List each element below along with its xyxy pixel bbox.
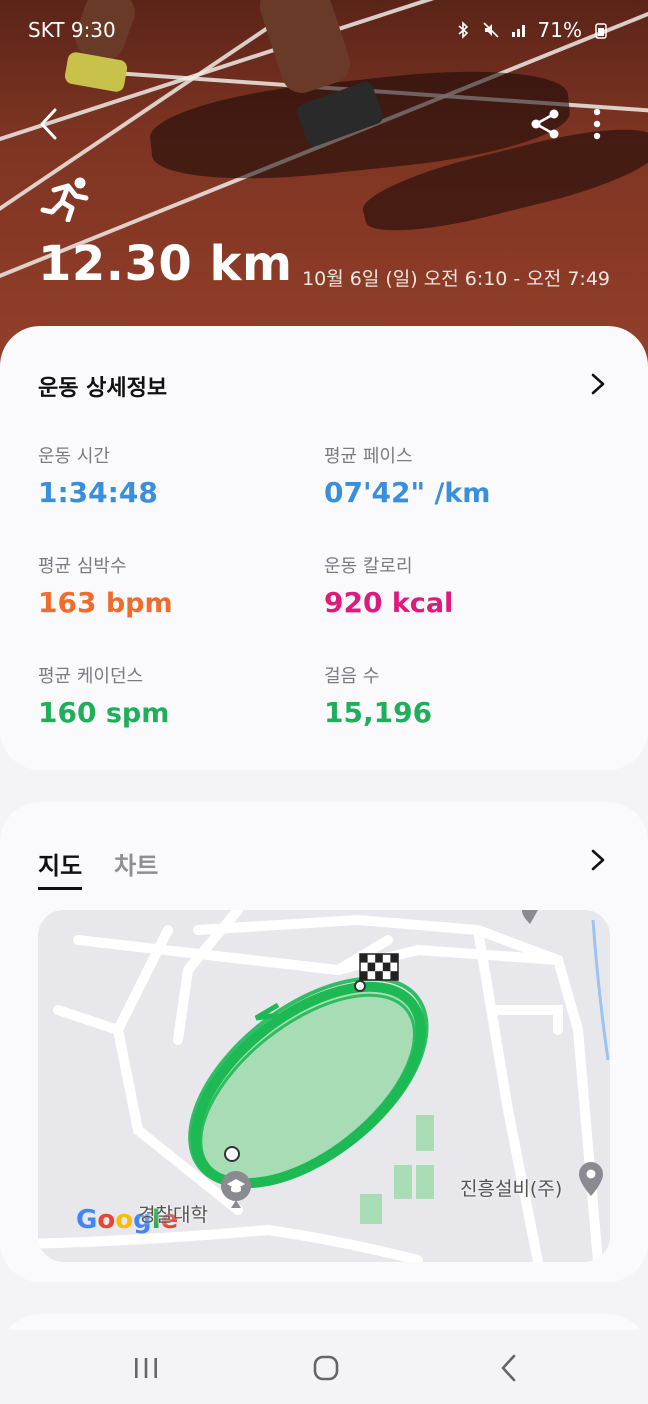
chevron-right-icon[interactable]: [588, 372, 608, 396]
tab-bar: 지도 차트: [38, 846, 158, 890]
metric-duration: 운동 시간 1:34:48: [38, 442, 158, 509]
status-bar: SKT 9:30 71%: [0, 14, 648, 48]
distance-value: 12.30 km: [38, 236, 293, 292]
mute-icon: [482, 22, 499, 38]
metric-steps: 걸음 수 15,196: [324, 662, 432, 729]
metric-value: 1:34:48: [38, 476, 158, 509]
metric-label: 운동 시간: [38, 446, 110, 467]
metric-value: 15,196: [324, 696, 433, 729]
metric-label: 걸음 수: [324, 666, 380, 687]
back-icon[interactable]: [494, 1352, 526, 1384]
metric-value: 160 spm: [38, 696, 170, 729]
metric-pace: 평균 페이스 07'42" /km: [324, 442, 490, 509]
metric-calories: 운동 칼로리 920 kcal: [324, 552, 453, 619]
share-button[interactable]: [528, 106, 564, 142]
workout-details-card: 운동 상세정보 운동 시간 1:34:48 평균 페이스 07'42" /km …: [0, 326, 648, 770]
workout-details-title[interactable]: 운동 상세정보: [38, 370, 167, 402]
battery-icon: [595, 23, 607, 39]
more-options-button[interactable]: [582, 106, 612, 142]
map-label-company[interactable]: 진흥설비(주): [460, 1174, 562, 1201]
workout-date-range: 10월 6일 (일) 오전 6:10 - 오전 7:49: [302, 268, 610, 290]
tab-map[interactable]: 지도: [38, 846, 83, 890]
hero-header: [0, 0, 648, 380]
home-icon[interactable]: [310, 1352, 342, 1384]
chevron-right-icon[interactable]: [588, 848, 608, 872]
signal-icon: [511, 25, 525, 37]
carrier-label: SKT: [28, 18, 65, 42]
metric-value: 07'42" /km: [324, 476, 491, 509]
map-canvas: Google: [38, 910, 610, 1262]
metric-cadence: 평균 케이던스 160 spm: [38, 662, 169, 729]
metric-value: 920 kcal: [324, 586, 454, 619]
metric-label: 운동 칼로리: [324, 556, 413, 577]
bluetooth-icon: [458, 21, 468, 39]
metric-label: 평균 케이던스: [38, 666, 144, 687]
running-icon: [40, 177, 89, 222]
route-map[interactable]: Google 경찰대학 진흥설비(주): [38, 910, 610, 1262]
battery-level: 71%: [537, 18, 582, 42]
metric-label: 평균 심박수: [38, 556, 127, 577]
clock: 9:30: [70, 18, 116, 42]
tab-chart[interactable]: 차트: [114, 846, 158, 890]
map-chart-card: 지도 차트 Google 경찰대학 진흥설비(주): [0, 802, 648, 1282]
back-button[interactable]: [30, 104, 70, 144]
recent-apps-icon[interactable]: [130, 1352, 162, 1384]
map-label-university[interactable]: 경찰대학: [138, 1200, 208, 1227]
metric-label: 평균 페이스: [324, 446, 413, 467]
metric-heart-rate: 평균 심박수 163 bpm: [38, 552, 173, 619]
metric-value: 163 bpm: [38, 586, 173, 619]
system-nav-bar: [0, 1330, 648, 1404]
